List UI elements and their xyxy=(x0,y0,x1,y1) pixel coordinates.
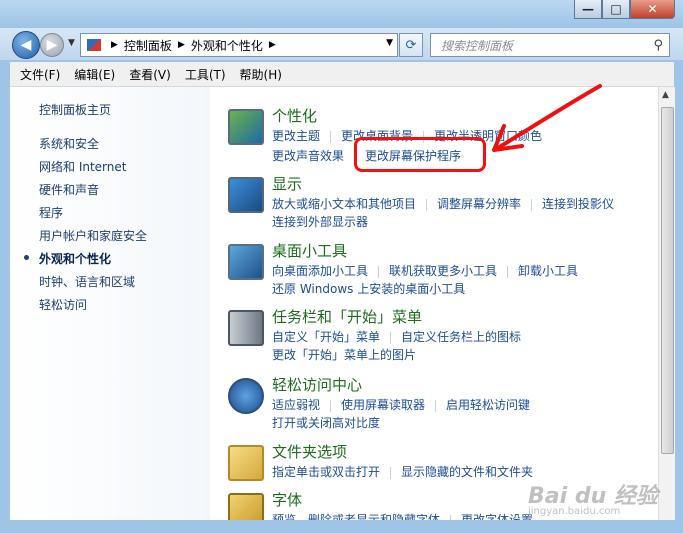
sidebar-item-network[interactable]: 网络和 Internet xyxy=(39,158,126,175)
link-customize-taskbar-icons[interactable]: 自定义任务栏上的图标 xyxy=(401,328,521,345)
link-row: 自定义「开始」菜单 自定义任务栏上的图标 xyxy=(272,328,521,345)
window-controls: — □ ✕ xyxy=(574,0,675,19)
sidebar-item-appearance[interactable]: 外观和个性化 xyxy=(39,250,111,267)
link-single-double-click[interactable]: 指定单击或双击打开 xyxy=(272,463,380,480)
link-row: 指定单击或双击打开 显示隐藏的文件和文件夹 xyxy=(272,463,533,480)
display-icon xyxy=(228,177,264,213)
personalization-icon xyxy=(228,109,264,145)
breadcrumb-control-panel[interactable]: 控制面板 xyxy=(124,37,172,54)
sidebar-home-link[interactable]: 控制面板主页 xyxy=(39,101,111,118)
divider xyxy=(330,130,332,143)
divider xyxy=(378,265,380,278)
category-title[interactable]: 任务栏和「开始」菜单 xyxy=(272,306,422,327)
link-row: 更改「开始」菜单上的图片 xyxy=(272,346,416,363)
annotation-arrow-icon xyxy=(492,84,602,152)
scrollbar-thumb[interactable] xyxy=(661,107,674,454)
link-row: 连接到外部显示器 xyxy=(272,213,368,230)
chevron-right-icon[interactable]: ▶ xyxy=(269,40,276,50)
gadgets-icon xyxy=(228,244,264,280)
scroll-up-icon[interactable]: ▲ xyxy=(662,90,669,100)
address-dropdown-icon[interactable]: ▼ xyxy=(386,38,393,48)
category-title[interactable]: 文件夹选项 xyxy=(272,441,347,462)
fonts-icon xyxy=(228,493,264,520)
link-row: 适应弱视 使用屏幕读取器 启用轻松访问键 xyxy=(272,396,530,413)
link-connect-external-display[interactable]: 连接到外部显示器 xyxy=(272,213,368,230)
divider xyxy=(531,198,533,211)
divider xyxy=(330,399,332,412)
category-title[interactable]: 显示 xyxy=(272,173,302,194)
link-adjust-resolution[interactable]: 调整屏幕分辨率 xyxy=(437,195,521,212)
breadcrumb-appearance[interactable]: 外观和个性化 xyxy=(191,37,263,54)
link-connect-projector[interactable]: 连接到投影仪 xyxy=(542,195,614,212)
divider xyxy=(390,466,392,479)
category-title[interactable]: 个性化 xyxy=(272,105,317,126)
close-button[interactable]: ✕ xyxy=(630,0,675,19)
link-row: 还原 Windows 上安装的桌面小工具 xyxy=(272,280,465,297)
link-row: 打开或关闭高对比度 xyxy=(272,414,380,431)
recent-pages-dropdown-icon[interactable]: ▼ xyxy=(68,38,75,48)
link-customize-start-menu[interactable]: 自定义「开始」菜单 xyxy=(272,328,380,345)
minimize-button[interactable]: — xyxy=(574,0,602,19)
sidebar-item-hardware[interactable]: 硬件和声音 xyxy=(39,181,99,198)
ease-of-access-icon xyxy=(228,378,264,414)
baidu-watermark: Bai du 经验 jingyan.baidu.com xyxy=(528,478,658,517)
link-restore-gadgets[interactable]: 还原 Windows 上安装的桌面小工具 xyxy=(272,280,465,297)
divider xyxy=(390,331,392,344)
navigation-bar: ◀ ▶ ▼ ▶ 控制面板 ▶ 外观和个性化 ▶ ▼ ⟳ 搜索控制面板 ⚲ xyxy=(0,28,683,60)
link-row: 放大或缩小文本和其他项目 调整屏幕分辨率 连接到投影仪 xyxy=(272,195,614,212)
control-panel-icon xyxy=(87,39,101,51)
current-item-bullet-icon xyxy=(24,255,29,260)
search-placeholder: 搜索控制面板 xyxy=(441,38,514,53)
search-icon[interactable]: ⚲ xyxy=(653,38,663,53)
link-row: 向桌面添加小工具 联机获取更多小工具 卸载小工具 xyxy=(272,262,578,279)
link-high-contrast[interactable]: 打开或关闭高对比度 xyxy=(272,414,380,431)
link-change-start-picture[interactable]: 更改「开始」菜单上的图片 xyxy=(272,346,416,363)
link-screen-reader[interactable]: 使用屏幕读取器 xyxy=(341,396,425,413)
divider xyxy=(426,198,428,211)
link-change-theme[interactable]: 更改主题 xyxy=(272,127,320,144)
window-frame: — □ ✕ ◀ ▶ ▼ ▶ 控制面板 ▶ 外观和个性化 ▶ ▼ ⟳ 搜索控制面板… xyxy=(0,0,683,533)
link-show-hidden-files[interactable]: 显示隐藏的文件和文件夹 xyxy=(401,463,533,480)
divider xyxy=(507,265,509,278)
chevron-right-icon[interactable]: ▶ xyxy=(178,40,185,50)
link-change-font-settings[interactable]: 更改字体设置 xyxy=(461,511,533,520)
sidebar-item-ease-of-access[interactable]: 轻松访问 xyxy=(39,296,87,313)
refresh-button[interactable]: ⟳ xyxy=(399,33,423,57)
menu-view[interactable]: 查看(V) xyxy=(129,66,171,83)
vertical-scrollbar[interactable]: ▲ xyxy=(658,87,675,520)
link-change-sound-effects[interactable]: 更改声音效果 xyxy=(272,147,344,164)
menu-tools[interactable]: 工具(T) xyxy=(185,66,226,83)
menu-edit[interactable]: 编辑(E) xyxy=(74,66,115,83)
sidebar-item-user-accounts[interactable]: 用户帐户和家庭安全 xyxy=(39,227,147,244)
link-low-vision[interactable]: 适应弱视 xyxy=(272,396,320,413)
link-resize-text[interactable]: 放大或缩小文本和其他项目 xyxy=(272,195,416,212)
category-title[interactable]: 轻松访问中心 xyxy=(272,374,362,395)
link-enable-access-keys[interactable]: 启用轻松访问键 xyxy=(446,396,530,413)
sidebar-item-security[interactable]: 系统和安全 xyxy=(39,135,99,152)
divider xyxy=(450,514,452,520)
back-button[interactable]: ◀ xyxy=(12,31,40,59)
link-uninstall-gadget[interactable]: 卸载小工具 xyxy=(518,262,578,279)
menu-file[interactable]: 文件(F) xyxy=(20,66,60,83)
link-add-gadgets[interactable]: 向桌面添加小工具 xyxy=(272,262,368,279)
category-title[interactable]: 字体 xyxy=(272,489,302,510)
link-row: 预览、删除或者显示和隐藏字体 更改字体设置 xyxy=(272,511,533,520)
address-bar[interactable]: ▶ 控制面板 ▶ 外观和个性化 ▶ ▼ xyxy=(80,33,398,57)
link-manage-fonts[interactable]: 预览、删除或者显示和隐藏字体 xyxy=(272,511,440,520)
search-input[interactable]: 搜索控制面板 ⚲ xyxy=(430,33,670,57)
link-get-more-gadgets[interactable]: 联机获取更多小工具 xyxy=(389,262,497,279)
chevron-right-icon[interactable]: ▶ xyxy=(111,40,118,50)
sidebar-item-programs[interactable]: 程序 xyxy=(39,204,63,221)
maximize-button[interactable]: □ xyxy=(602,0,630,19)
sidebar-item-clock-region[interactable]: 时钟、语言和区域 xyxy=(39,273,135,290)
annotation-highlight-box xyxy=(354,137,486,172)
category-title[interactable]: 桌面小工具 xyxy=(272,240,347,261)
folder-options-icon xyxy=(228,445,264,481)
title-bar: — □ ✕ xyxy=(0,0,683,28)
sidebar: 控制面板主页 系统和安全 网络和 Internet 硬件和声音 程序 用户帐户和… xyxy=(10,87,210,520)
menu-help[interactable]: 帮助(H) xyxy=(240,66,282,83)
forward-button[interactable]: ▶ xyxy=(40,33,64,57)
divider xyxy=(435,399,437,412)
taskbar-icon xyxy=(228,310,264,346)
